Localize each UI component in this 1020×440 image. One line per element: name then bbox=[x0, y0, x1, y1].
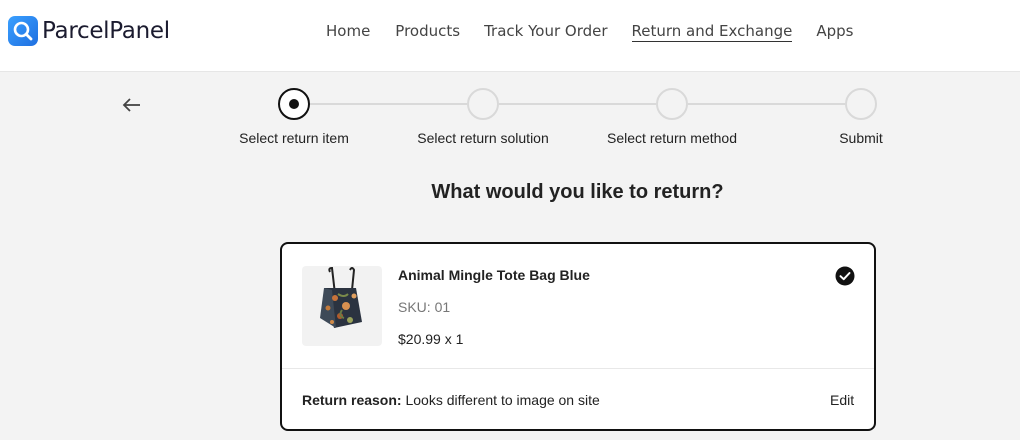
step-connector bbox=[499, 103, 656, 105]
product-price: $20.99 x 1 bbox=[398, 331, 464, 347]
return-reason-label: Return reason: bbox=[302, 392, 402, 408]
page-title: What would you like to return? bbox=[431, 181, 724, 203]
step-1-label: Select return item bbox=[239, 130, 349, 146]
return-item-card[interactable]: Animal Mingle Tote Bag Blue SKU: 01 $20.… bbox=[280, 242, 876, 431]
step-2-label: Select return solution bbox=[417, 130, 549, 146]
step-3-indicator bbox=[656, 88, 688, 120]
step-connector bbox=[310, 103, 467, 105]
site-header: ParcelPanel Home Products Track Your Ord… bbox=[0, 0, 1020, 72]
step-2-indicator bbox=[467, 88, 499, 120]
product-sku: SKU: 01 bbox=[398, 299, 451, 315]
step-1-indicator bbox=[278, 88, 310, 120]
return-reason: Return reason: Looks different to image … bbox=[302, 392, 600, 408]
step-3-label: Select return method bbox=[607, 130, 737, 146]
nav-return-and-exchange[interactable]: Return and Exchange bbox=[631, 22, 793, 42]
progress-stepper: Select return item Select return solutio… bbox=[0, 88, 1020, 158]
parcelpanel-logo-icon bbox=[8, 16, 38, 46]
step-4-label: Submit bbox=[839, 130, 883, 146]
selected-check-icon[interactable] bbox=[835, 266, 855, 286]
nav-track-your-order[interactable]: Track Your Order bbox=[484, 22, 607, 42]
edit-reason-link[interactable]: Edit bbox=[830, 392, 854, 408]
product-name: Animal Mingle Tote Bag Blue bbox=[398, 267, 590, 283]
brand-logo[interactable]: ParcelPanel bbox=[8, 15, 170, 47]
brand-name: ParcelPanel bbox=[42, 18, 170, 44]
main-nav: Home Products Track Your Order Return an… bbox=[326, 22, 853, 42]
nav-home[interactable]: Home bbox=[326, 22, 370, 42]
card-divider bbox=[282, 368, 874, 369]
return-reason-value: Looks different to image on site bbox=[405, 392, 600, 408]
nav-products[interactable]: Products bbox=[395, 22, 460, 42]
step-4-indicator bbox=[845, 88, 877, 120]
nav-apps[interactable]: Apps bbox=[816, 22, 853, 42]
step-connector bbox=[688, 103, 845, 105]
product-image bbox=[302, 266, 382, 346]
